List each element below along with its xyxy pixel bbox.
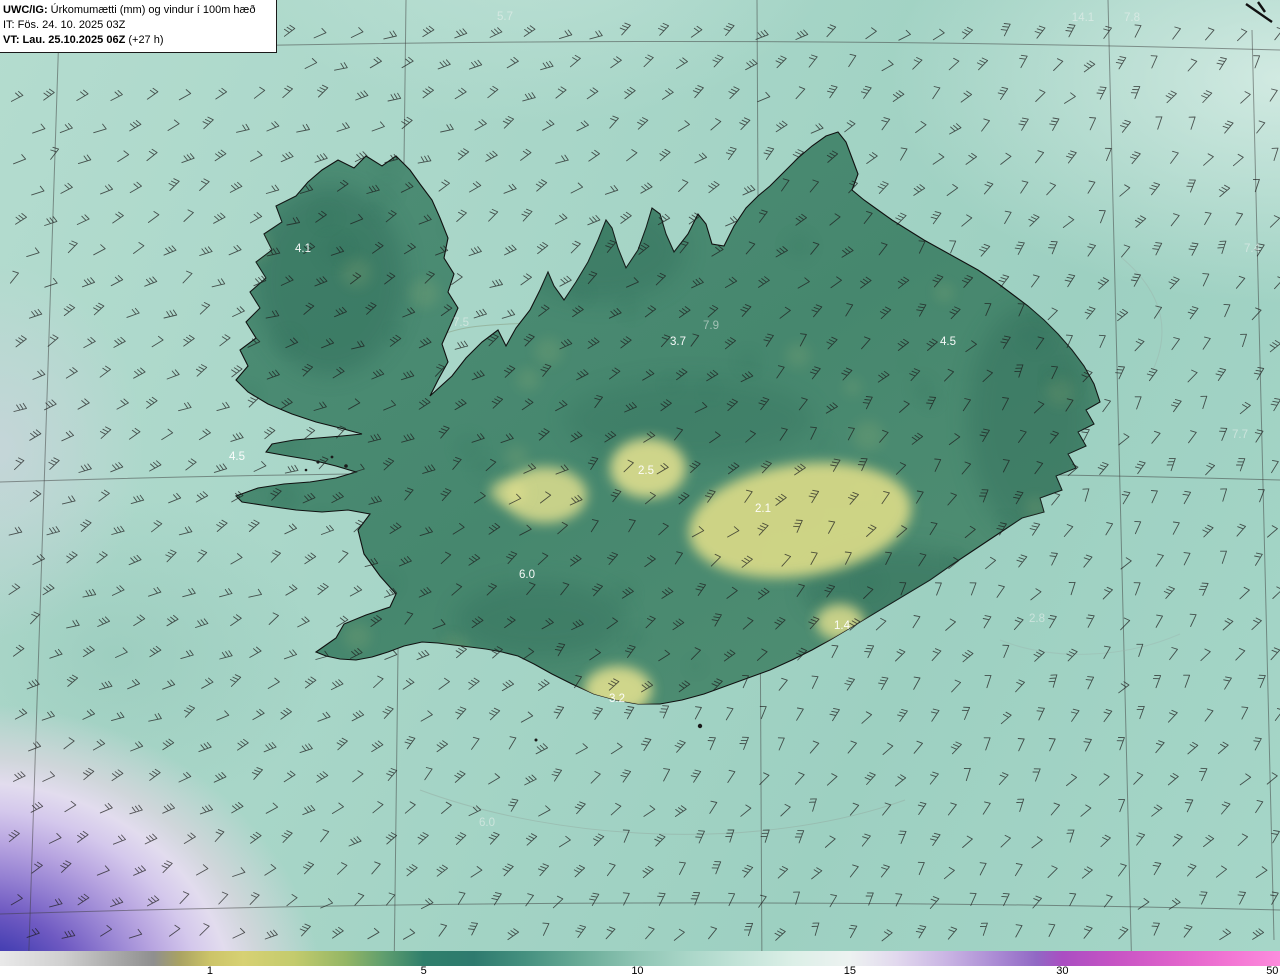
precip-value-label: 7.5 <box>453 317 469 329</box>
weather-map-app: 5.7 14.1 7.8 4.1 7.4 7.5 7.9 3.7 4.5 7.7 4.5 2.5 2.1… <box>0 0 1280 978</box>
precip-value-label: 2.8 <box>1029 613 1045 625</box>
colorbar-tick-label: 10 <box>631 965 644 977</box>
precip-value-label: 3.7 <box>670 336 686 348</box>
map-overlay: 5.7 14.1 7.8 4.1 7.4 7.5 7.9 3.7 4.5 7.7 4.5 2.5 2.1… <box>0 0 1280 978</box>
valid-time: VT: Lau. 25.10.2025 06Z <box>3 34 126 46</box>
colorbar-legend: 1 5 10 15 30 50 <box>0 951 1280 978</box>
colorbar-tick-label: 5 <box>420 965 427 977</box>
precip-value-label: 6.0 <box>479 817 495 829</box>
precip-value-label: 4.5 <box>229 451 245 463</box>
colorbar-tick-label: 1 <box>206 965 213 977</box>
valid-time-line: VT: Lau. 25.10.2025 06Z (+27 h) <box>3 33 271 48</box>
map-title-line: UWC/IG: Úrkomumætti (mm) og vindur í 100… <box>3 3 271 18</box>
precip-value-label: 7.4 <box>1244 243 1261 255</box>
colorbar-gradient <box>0 951 1280 966</box>
precip-value-label: 5.7 <box>497 11 513 23</box>
precip-value-label: 7.7 <box>1232 429 1248 441</box>
colorbar-scale: 1 5 10 15 30 50 <box>0 965 1280 978</box>
colorbar-tick-label: 30 <box>1056 965 1069 977</box>
precip-value-label: 7.9 <box>703 320 719 332</box>
forecast-info-box: UWC/IG: Úrkomumætti (mm) og vindur í 100… <box>0 0 277 53</box>
lead-time: (+27 h) <box>125 34 164 46</box>
precip-value-label: 2.5 <box>638 465 654 477</box>
colorbar-tick-label: 15 <box>843 965 857 977</box>
corner-wind-barb-icon <box>1245 1 1273 23</box>
precip-value-label: 3.2 <box>609 693 625 705</box>
precip-value-label: 1.4 <box>834 620 851 632</box>
precip-value-label: 4.5 <box>940 336 956 348</box>
colorbar-tick-label: 50 <box>1266 965 1279 977</box>
precip-value-label: 4.1 <box>295 243 311 255</box>
precip-value-label: 7.8 <box>1124 12 1140 24</box>
precip-value-label: 14.1 <box>1072 12 1094 24</box>
precip-value-label: 6.0 <box>519 569 535 581</box>
map-title: Úrkomumætti (mm) og vindur í 100m hæð <box>47 4 256 16</box>
model-label: UWC/IG: <box>3 4 48 16</box>
init-time-line: IT: Fös. 24. 10. 2025 03Z <box>3 19 126 31</box>
precip-value-label: 2.1 <box>755 503 771 515</box>
